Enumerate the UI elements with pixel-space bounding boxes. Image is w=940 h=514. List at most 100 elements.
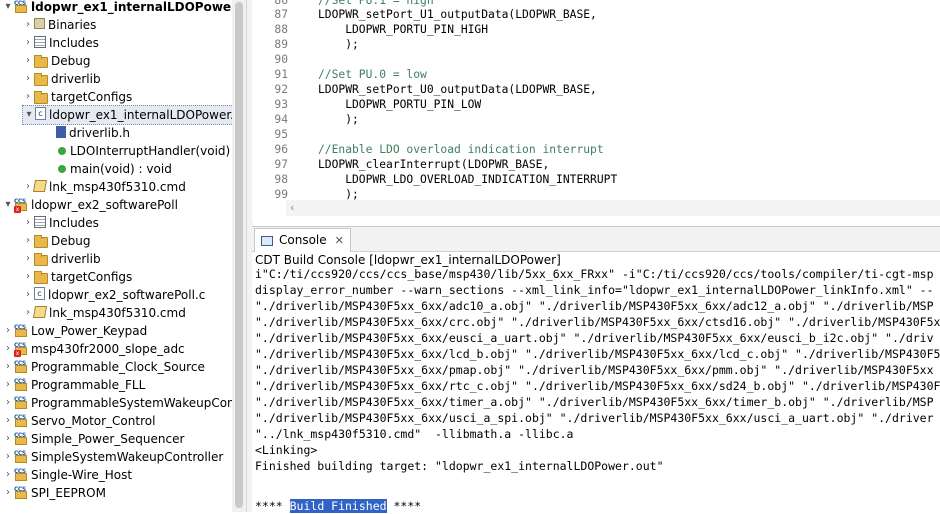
tree-item-targetconfigs[interactable]: › targetConfigs bbox=[22, 268, 132, 286]
expand-arrow-icon[interactable]: › bbox=[2, 376, 14, 394]
expand-arrow-icon[interactable]: › bbox=[22, 178, 34, 196]
tree-item-project[interactable]: › CCS x msp430fr2000_slope_adc bbox=[2, 340, 185, 358]
tree-item-function[interactable]: main(void) : void bbox=[56, 160, 172, 178]
tree-item-linker-cmd[interactable]: › lnk_msp430f5310.cmd bbox=[22, 304, 186, 322]
tree-item-label: Simple_Power_Sequencer bbox=[31, 432, 185, 446]
scrollbar-thumb[interactable] bbox=[235, 2, 243, 508]
line-number: 99 bbox=[274, 188, 288, 201]
tree-item-label: targetConfigs bbox=[51, 90, 133, 104]
tree-item-project[interactable]: › CCS Simple_Power_Sequencer bbox=[2, 430, 184, 448]
expand-arrow-icon[interactable]: › bbox=[22, 16, 34, 34]
expand-arrow-icon[interactable]: › bbox=[22, 52, 34, 70]
collapse-arrow-icon[interactable]: ▾ bbox=[23, 106, 35, 124]
includes-icon bbox=[34, 216, 46, 228]
tree-item-label: SimpleSystemWakeupController bbox=[31, 450, 224, 464]
expand-arrow-icon[interactable]: › bbox=[22, 214, 34, 232]
expand-arrow-icon[interactable]: › bbox=[2, 466, 14, 484]
code-line: LDOPWR_PORTU_PIN_HIGH bbox=[318, 23, 489, 36]
line-number: 95 bbox=[274, 128, 288, 141]
tree-item-project[interactable]: › CCS SPI_EEPROM bbox=[2, 484, 106, 502]
expand-arrow-icon[interactable]: › bbox=[2, 412, 14, 430]
code-editor[interactable]: 86//Set PU.1 = high 87 LDOPWR_setPort_U1_… bbox=[252, 0, 940, 222]
tree-item-label: lnk_msp430f5310.cmd bbox=[49, 306, 186, 320]
tree-item-project[interactable]: › CCS SimpleSystemWakeupController bbox=[2, 448, 223, 466]
tree-item-driverlib[interactable]: › driverlib bbox=[22, 250, 101, 268]
tree-item-project[interactable]: › CCS Servo_Motor_Control bbox=[2, 412, 155, 430]
ccs-project-icon: CCS bbox=[14, 324, 28, 337]
expand-arrow-icon[interactable]: › bbox=[2, 394, 14, 412]
ccs-project-icon: CCS bbox=[14, 486, 28, 499]
expand-arrow-icon[interactable]: › bbox=[2, 448, 14, 466]
tree-item-label: Servo_Motor_Control bbox=[31, 414, 156, 428]
tree-item-project[interactable]: › CCS Programmable_Clock_Source bbox=[2, 358, 205, 376]
tree-item-project[interactable]: › CCS ProgrammableSystemWakeupCont bbox=[2, 394, 232, 412]
line-number: 93 bbox=[274, 98, 288, 111]
tree-item-debug[interactable]: › Debug bbox=[22, 232, 90, 250]
tree-item-function[interactable]: LDOInterruptHandler(void) : v bbox=[56, 142, 232, 160]
tree-item-label: Debug bbox=[51, 54, 91, 68]
tree-item-driverlib[interactable]: › driverlib bbox=[22, 70, 101, 88]
scroll-left-arrow-icon[interactable]: ‹ bbox=[290, 201, 294, 214]
line-number: 89 bbox=[274, 38, 288, 51]
code-line: ); bbox=[318, 113, 359, 126]
tree-item-label: ldopwr_ex2_softwarePoll.c bbox=[48, 288, 206, 302]
console-line: "./driverlib/MSP430F5xx_6xx/crc.obj" "./… bbox=[255, 315, 940, 329]
expand-arrow-icon[interactable]: › bbox=[2, 322, 14, 340]
tree-item-source-file[interactable]: › c ldopwr_ex2_softwarePoll.c bbox=[22, 286, 205, 304]
collapse-arrow-icon[interactable]: ▾ bbox=[2, 0, 14, 16]
tab-label: Console bbox=[279, 233, 327, 247]
expand-arrow-icon[interactable]: › bbox=[2, 430, 14, 448]
tree-item-source-file-selected[interactable]: ▾ c ldopwr_ex1_internalLDOPower.c bbox=[22, 105, 232, 125]
tree-item-project[interactable]: › CCS Single-Wire_Host bbox=[2, 466, 132, 484]
project-explorer: ▾CCSldopwr_ex1_internalLDOPower[A › Binar… bbox=[0, 0, 232, 512]
close-tab-icon[interactable]: ✕ bbox=[335, 234, 344, 247]
build-status-suffix: **** bbox=[386, 499, 422, 513]
console-line: "./driverlib/MSP430F5xx_6xx/pmap.obj" ".… bbox=[255, 363, 934, 377]
expand-arrow-icon[interactable]: › bbox=[22, 232, 34, 250]
expand-arrow-icon[interactable]: › bbox=[22, 34, 34, 52]
console-line: <Linking> bbox=[255, 443, 318, 457]
tree-item-targetconfigs[interactable]: › targetConfigs bbox=[22, 88, 132, 106]
console-title: CDT Build Console [ldopwr_ex1_internalLD… bbox=[255, 253, 561, 267]
console-line: "./driverlib/MSP430F5xx_6xx/adc10_a.obj"… bbox=[255, 299, 934, 313]
tree-vertical-scrollbar[interactable] bbox=[232, 0, 246, 512]
tree-item-header-include[interactable]: driverlib.h bbox=[56, 124, 130, 142]
function-icon bbox=[58, 147, 66, 155]
console-line: "../lnk_msp430f5310.cmd" -llibmath.a -ll… bbox=[255, 427, 574, 441]
tree-item-linker-cmd[interactable]: › lnk_msp430f5310.cmd bbox=[22, 178, 186, 196]
tree-item-includes[interactable]: › Includes bbox=[22, 214, 99, 232]
console-line: "./driverlib/MSP430F5xx_6xx/lcd_b.obj" "… bbox=[255, 347, 940, 361]
expand-arrow-icon[interactable]: › bbox=[2, 358, 14, 376]
tree-item-includes[interactable]: › Includes bbox=[22, 34, 99, 52]
console-tab-bar: Console ✕ bbox=[252, 227, 940, 252]
expand-arrow-icon[interactable]: › bbox=[22, 70, 34, 88]
expand-arrow-icon[interactable]: › bbox=[22, 250, 34, 268]
tree-item-binaries[interactable]: › Binaries bbox=[22, 16, 96, 34]
line-number: 97 bbox=[274, 158, 288, 171]
expand-arrow-icon[interactable]: › bbox=[2, 340, 14, 358]
line-number: 92 bbox=[274, 83, 288, 96]
expand-arrow-icon[interactable]: › bbox=[22, 268, 34, 286]
tree-item-project[interactable]: › CCS Programmable_FLL bbox=[2, 376, 145, 394]
expand-arrow-icon[interactable]: › bbox=[22, 88, 34, 106]
tree-item-project[interactable]: › CCS Low_Power_Keypad bbox=[2, 322, 147, 340]
code-line: //Enable LDO overload indication interru… bbox=[318, 143, 604, 156]
tree-item-project[interactable]: ▾ CCS x ldopwr_ex2_softwarePoll bbox=[2, 196, 178, 214]
expand-arrow-icon[interactable]: › bbox=[22, 304, 34, 322]
console-line: "./driverlib/MSP430F5xx_6xx/rtc_c.obj" "… bbox=[255, 379, 940, 393]
tree-item-debug[interactable]: › Debug bbox=[22, 52, 90, 70]
collapse-arrow-icon[interactable]: ▾ bbox=[2, 196, 14, 214]
tab-console[interactable]: Console ✕ bbox=[254, 228, 351, 252]
line-number: 91 bbox=[274, 68, 288, 81]
folder-icon bbox=[34, 271, 48, 284]
expand-arrow-icon[interactable]: › bbox=[2, 484, 14, 502]
ccs-project-icon: CCS bbox=[14, 360, 28, 373]
tree-item-label: ldopwr_ex1_internalLDOPower.c bbox=[49, 108, 232, 122]
tree-item-label: Binaries bbox=[48, 18, 97, 32]
editor-horizontal-scrollbar[interactable]: ‹ bbox=[286, 200, 940, 216]
ccs-project-icon: CCS bbox=[14, 414, 28, 427]
ccs-project-icon: CCS bbox=[14, 378, 28, 391]
tree-item-label: SPI_EEPROM bbox=[31, 486, 106, 500]
expand-arrow-icon[interactable]: › bbox=[22, 286, 34, 304]
tree-item-project[interactable]: ▾CCSldopwr_ex1_internalLDOPower[A bbox=[2, 0, 232, 16]
